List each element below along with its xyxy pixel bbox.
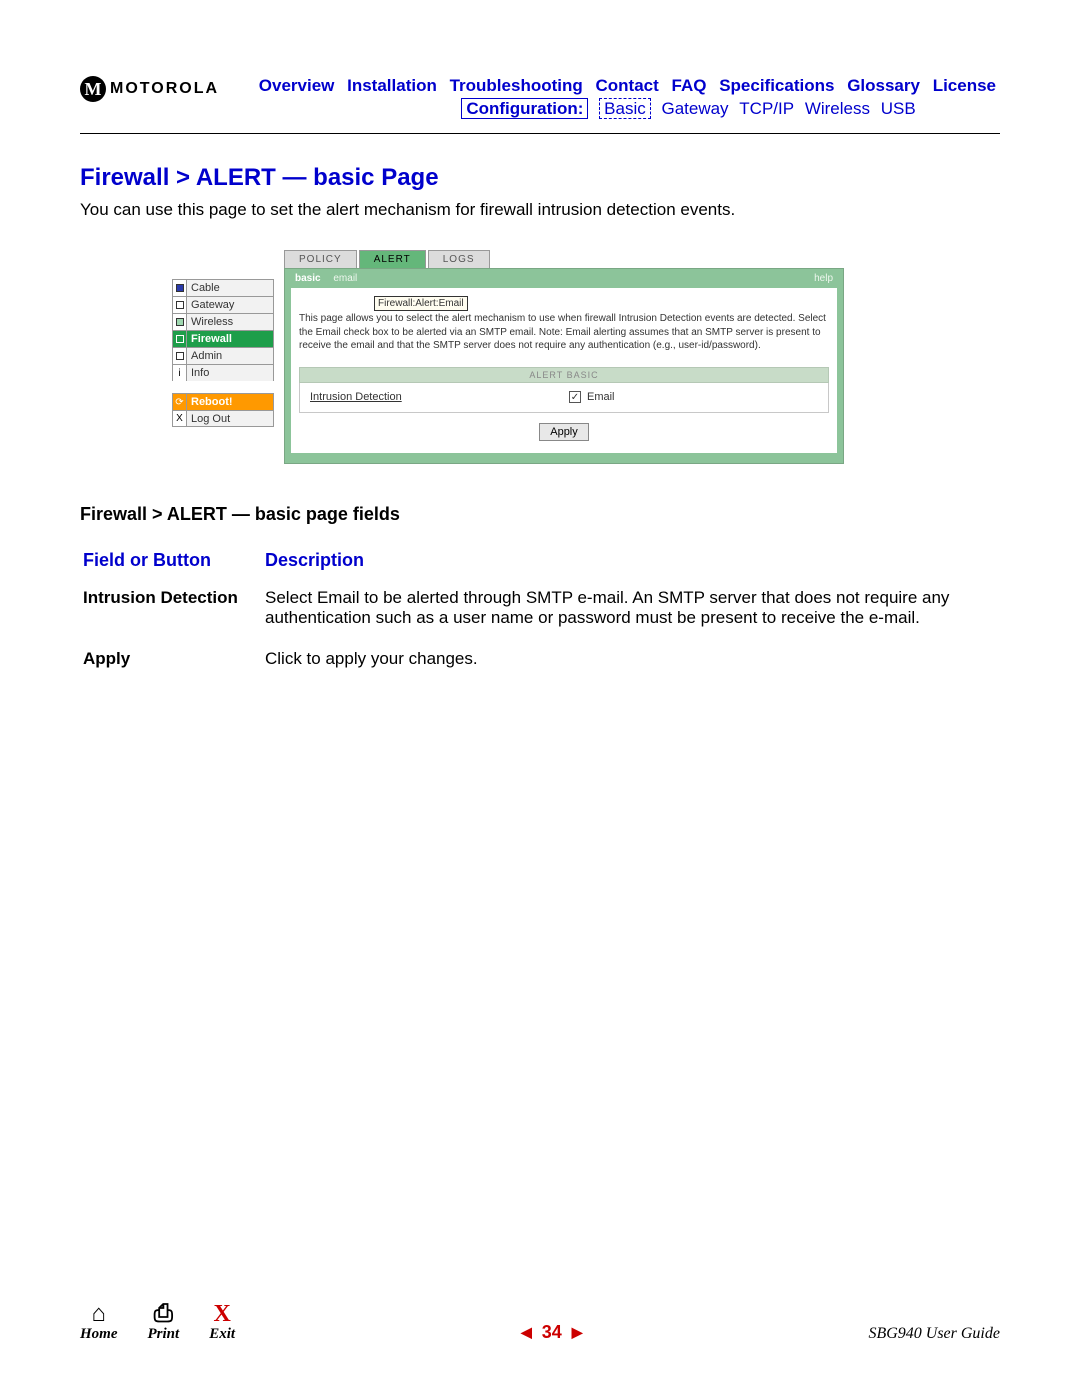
config-label: Configuration:	[461, 98, 588, 119]
apply-button[interactable]: Apply	[539, 423, 589, 441]
fields-table: Field or Button Description Intrusion De…	[80, 547, 1000, 689]
home-button[interactable]: ⌂ Home	[80, 1302, 118, 1343]
side-item-reboot[interactable]: ⟳Reboot!	[172, 393, 274, 410]
side-item-wireless[interactable]: Wireless	[172, 313, 274, 330]
page-nav: ◀ 34 ▶	[521, 1322, 583, 1343]
subnav-tcpip[interactable]: TCP/IP	[739, 99, 794, 118]
subnav-gateway[interactable]: Gateway	[661, 99, 728, 118]
email-checkbox-label: Email	[587, 391, 615, 403]
side-item-gateway[interactable]: Gateway	[172, 296, 274, 313]
th-description: Description	[264, 549, 998, 585]
intro-text: You can use this page to set the alert m…	[80, 200, 1000, 220]
field-desc: Click to apply your changes.	[264, 648, 998, 687]
page-title: Firewall > ALERT — basic Page	[80, 164, 1000, 192]
panel-description: This page allows you to select the alert…	[299, 312, 829, 353]
tab-alert[interactable]: ALERT	[359, 250, 426, 268]
subtab-email[interactable]: email	[333, 273, 357, 284]
page-number: 34	[542, 1322, 562, 1343]
email-checkbox[interactable]: ✓	[569, 391, 581, 403]
side-item-firewall[interactable]: Firewall	[172, 330, 274, 347]
side-item-admin[interactable]: Admin	[172, 347, 274, 364]
panel-tabs: POLICY ALERT LOGS	[284, 250, 844, 268]
nav-glossary[interactable]: Glossary	[847, 76, 920, 95]
nav-installation[interactable]: Installation	[347, 76, 437, 95]
brand-text: MOTOROLA	[110, 80, 219, 98]
field-name: Apply	[82, 648, 262, 687]
tab-policy[interactable]: POLICY	[284, 250, 357, 268]
nav-license[interactable]: License	[933, 76, 996, 95]
nav-overview[interactable]: Overview	[259, 76, 335, 95]
nav-specifications[interactable]: Specifications	[719, 76, 834, 95]
form-label-intrusion: Intrusion Detection	[300, 391, 569, 403]
field-name: Intrusion Detection	[82, 587, 262, 646]
nav-troubleshooting[interactable]: Troubleshooting	[450, 76, 583, 95]
guide-label: SBG940 User Guide	[868, 1325, 1000, 1343]
help-link[interactable]: help	[814, 273, 833, 284]
subtab-basic[interactable]: basic	[295, 273, 321, 284]
subnav-usb[interactable]: USB	[881, 99, 916, 118]
tab-logs[interactable]: LOGS	[428, 250, 490, 268]
nav-contact[interactable]: Contact	[595, 76, 658, 95]
side-menu: Cable Gateway Wireless Firewall Admin iI…	[172, 279, 274, 427]
side-item-info[interactable]: iInfo	[172, 364, 274, 381]
print-button[interactable]: ⎙ Print	[148, 1302, 180, 1343]
fields-subtitle: Firewall > ALERT — basic page fields	[80, 504, 1000, 525]
subnav-wireless[interactable]: Wireless	[805, 99, 870, 118]
exit-icon: X	[209, 1302, 235, 1326]
prev-page-icon[interactable]: ◀	[521, 1324, 532, 1341]
sub-nav: Configuration: Basic Gateway TCP/IP Wire…	[237, 99, 1000, 119]
tooltip-label: Firewall:Alert:Email	[374, 296, 468, 311]
table-row: Intrusion Detection Select Email to be a…	[82, 587, 998, 646]
top-nav: Overview Installation Troubleshooting Co…	[237, 76, 1000, 96]
print-icon: ⎙	[148, 1302, 180, 1326]
table-row: Apply Click to apply your changes.	[82, 648, 998, 687]
alert-basic-header: ALERT BASIC	[299, 367, 829, 383]
form-row-intrusion: Intrusion Detection ✓ Email	[299, 383, 829, 413]
next-page-icon[interactable]: ▶	[572, 1324, 583, 1341]
subnav-basic[interactable]: Basic	[599, 98, 651, 119]
motorola-icon: M	[80, 76, 106, 102]
th-field: Field or Button	[82, 549, 262, 585]
logo: M MOTOROLA	[80, 76, 219, 102]
side-item-logout[interactable]: XLog Out	[172, 410, 274, 427]
home-icon: ⌂	[80, 1302, 118, 1326]
exit-button[interactable]: X Exit	[209, 1302, 235, 1343]
side-item-cable[interactable]: Cable	[172, 279, 274, 296]
field-desc: Select Email to be alerted through SMTP …	[264, 587, 998, 646]
nav-faq[interactable]: FAQ	[672, 76, 707, 95]
